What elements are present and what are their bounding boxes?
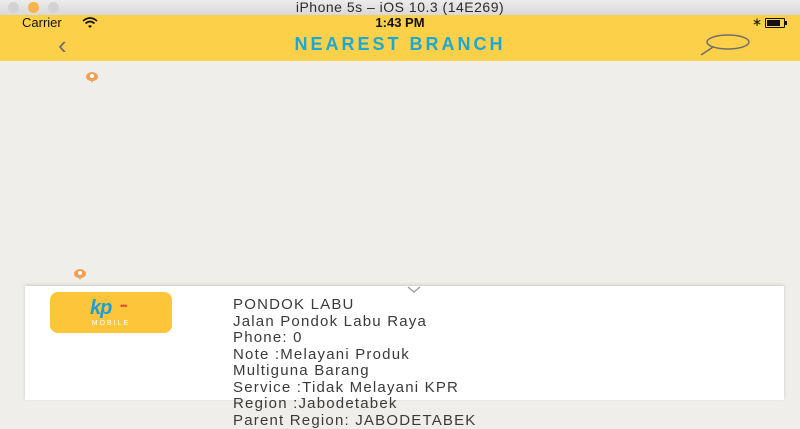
kp-mobile-logo: kp ••• MOBILE <box>50 292 172 333</box>
chevron-down-icon[interactable] <box>407 286 421 294</box>
branch-details: PONDOK LABU Jalan Pondok Labu Raya Phone… <box>233 297 477 429</box>
branch-name: PONDOK LABU <box>233 297 477 314</box>
page-title: NEAREST BRANCH <box>0 34 800 55</box>
branch-note-cont: Multiguna Barang <box>233 363 477 380</box>
logo-dots: ••• <box>120 301 126 311</box>
bluetooth-icon: ∗ <box>752 15 762 29</box>
battery-icon <box>765 18 785 28</box>
branch-region: Region :Jabodetabek <box>233 396 477 413</box>
branch-phone: Phone: 0 <box>233 330 477 347</box>
branch-parent-region: Parent Region: JABODETABEK <box>233 413 477 429</box>
branch-service: Service :Tidak Melayani KPR <box>233 380 477 397</box>
branch-map-pin[interactable] <box>86 72 98 81</box>
status-bar: Carrier 1:43 PM ∗ <box>0 15 800 31</box>
logo-text: kp <box>90 297 111 320</box>
simulator-titlebar: iPhone 5s – iOS 10.3 (14E269) <box>0 0 800 16</box>
logo-subtitle: MOBILE <box>50 320 172 327</box>
status-time: 1:43 PM <box>0 15 800 30</box>
branch-address: Jalan Pondok Labu Raya <box>233 314 477 331</box>
branch-info-card[interactable]: kp ••• MOBILE PONDOK LABU Jalan Pondok L… <box>25 286 784 400</box>
search-icon[interactable] <box>697 33 753 59</box>
navigation-bar: ‹ NEAREST BRANCH <box>0 31 800 61</box>
branch-map-pin[interactable] <box>74 269 86 278</box>
window-title: iPhone 5s – iOS 10.3 (14E269) <box>0 0 800 15</box>
branch-note: Note :Melayani Produk <box>233 347 477 364</box>
